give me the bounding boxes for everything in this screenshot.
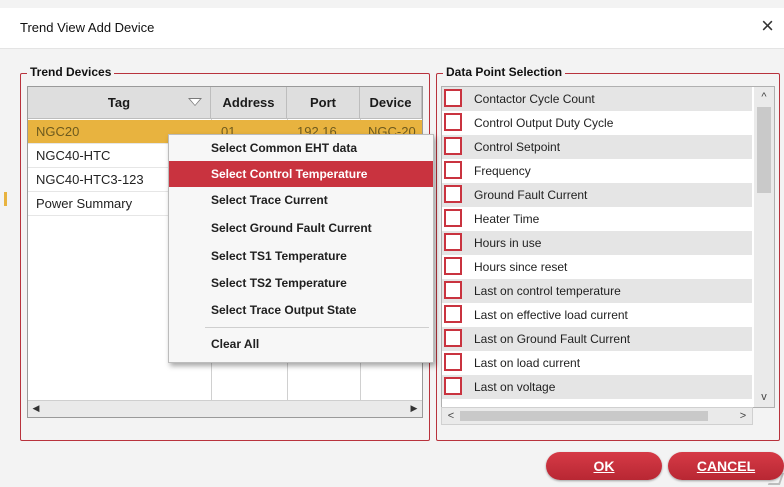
column-header-device[interactable]: Device — [360, 87, 422, 119]
resize-grip-icon[interactable] — [767, 473, 784, 485]
list-item[interactable]: Last on voltage — [442, 375, 752, 399]
menu-item-select-control-temperature[interactable]: Select Control Temperature — [169, 161, 433, 187]
menu-item-select-common-eht-data[interactable]: Select Common EHT data — [169, 135, 433, 161]
row-tag: NGC20 — [36, 124, 80, 139]
menu-item-select-ts2-temperature[interactable]: Select TS2 Temperature — [169, 270, 433, 296]
data-point-list: Contactor Cycle Count Control Output Dut… — [441, 86, 775, 408]
checkbox[interactable] — [444, 329, 462, 347]
title-bar: Trend View Add Device × — [0, 8, 784, 49]
checkbox[interactable] — [444, 137, 462, 155]
column-header-tag-label: Tag — [107, 95, 131, 110]
trend-view-add-device-dialog: Trend View Add Device × Trend Devices Ta… — [0, 0, 784, 487]
list-item-label: Frequency — [474, 164, 531, 178]
list-item[interactable]: Last on control temperature — [442, 279, 752, 303]
column-header-address[interactable]: Address — [211, 87, 287, 119]
list-item-label: Last on voltage — [474, 380, 556, 394]
list-item[interactable]: Ground Fault Current — [442, 183, 752, 207]
list-item-label: Control Output Duty Cycle — [474, 116, 614, 130]
checkbox[interactable] — [444, 209, 462, 227]
checkbox[interactable] — [444, 377, 462, 395]
scroll-left-icon[interactable]: ◀ — [31, 403, 41, 414]
data-point-selection-legend: Data Point Selection — [443, 65, 566, 79]
list-item-label: Control Setpoint — [474, 140, 561, 154]
trend-devices-legend: Trend Devices — [27, 65, 115, 79]
checkbox[interactable] — [444, 353, 462, 371]
side-accent-mark — [4, 192, 7, 206]
points-vertical-scrollbar[interactable]: ^ v — [754, 87, 774, 407]
list-item[interactable]: Heater Time — [442, 207, 752, 231]
list-item[interactable]: Hours since reset — [442, 255, 752, 279]
dialog-title: Trend View Add Device — [20, 20, 155, 35]
list-item[interactable]: Control Output Duty Cycle — [442, 111, 752, 135]
list-item-label: Hours since reset — [474, 260, 568, 274]
list-item[interactable]: Last on Ground Fault Current — [442, 327, 752, 351]
scroll-thumb[interactable] — [757, 107, 771, 193]
checkbox[interactable] — [444, 305, 462, 323]
checkbox[interactable] — [444, 185, 462, 203]
list-item-label: Last on load current — [474, 356, 581, 370]
context-menu: Select Common EHT data Select Control Te… — [168, 134, 434, 363]
points-horizontal-scrollbar[interactable]: < > — [441, 407, 753, 425]
checkbox[interactable] — [444, 257, 462, 275]
list-item-label: Last on control temperature — [474, 284, 621, 298]
checkbox[interactable] — [444, 161, 462, 179]
devices-horizontal-scrollbar[interactable]: ◀ ▶ — [28, 400, 422, 417]
cancel-button[interactable]: CANCEL — [668, 452, 784, 480]
scroll-down-icon[interactable]: v — [754, 389, 774, 405]
list-item-label: Ground Fault Current — [474, 188, 588, 202]
list-item[interactable]: Control Setpoint — [442, 135, 752, 159]
sort-down-triangle-icon[interactable] — [188, 98, 202, 106]
list-item[interactable]: Frequency — [442, 159, 752, 183]
list-item[interactable]: Hours in use — [442, 231, 752, 255]
ok-button[interactable]: OK — [546, 452, 662, 480]
scroll-up-icon[interactable]: ^ — [754, 89, 774, 105]
scroll-left-icon[interactable]: < — [444, 408, 458, 424]
list-item-label: Last on effective load current — [474, 308, 628, 322]
scroll-right-icon[interactable]: > — [736, 408, 750, 424]
scroll-thumb[interactable] — [460, 411, 708, 421]
menu-item-select-ts1-temperature[interactable]: Select TS1 Temperature — [169, 243, 433, 269]
menu-item-select-trace-current[interactable]: Select Trace Current — [169, 187, 433, 213]
checkbox[interactable] — [444, 113, 462, 131]
list-item[interactable]: Last on load current — [442, 351, 752, 375]
close-icon[interactable]: × — [761, 15, 774, 37]
menu-item-select-trace-output-state[interactable]: Select Trace Output State — [169, 297, 433, 323]
menu-separator — [205, 327, 429, 328]
checkbox[interactable] — [444, 233, 462, 251]
data-point-selection-group: Data Point Selection Contactor Cycle Cou… — [436, 65, 780, 441]
list-item-label: Last on Ground Fault Current — [474, 332, 631, 346]
checkbox[interactable] — [444, 89, 462, 107]
column-header-port[interactable]: Port — [287, 87, 360, 119]
list-item[interactable]: Last on effective load current — [442, 303, 752, 327]
column-header-tag[interactable]: Tag — [28, 87, 211, 119]
list-item[interactable]: Contactor Cycle Count — [442, 87, 752, 111]
menu-item-select-ground-fault-current[interactable]: Select Ground Fault Current — [169, 215, 433, 241]
list-item-label: Contactor Cycle Count — [474, 92, 595, 106]
list-item-label: Hours in use — [474, 236, 542, 250]
checkbox[interactable] — [444, 281, 462, 299]
scroll-right-icon[interactable]: ▶ — [409, 403, 419, 414]
menu-item-clear-all[interactable]: Clear All — [169, 331, 433, 357]
list-item-label: Heater Time — [474, 212, 540, 226]
